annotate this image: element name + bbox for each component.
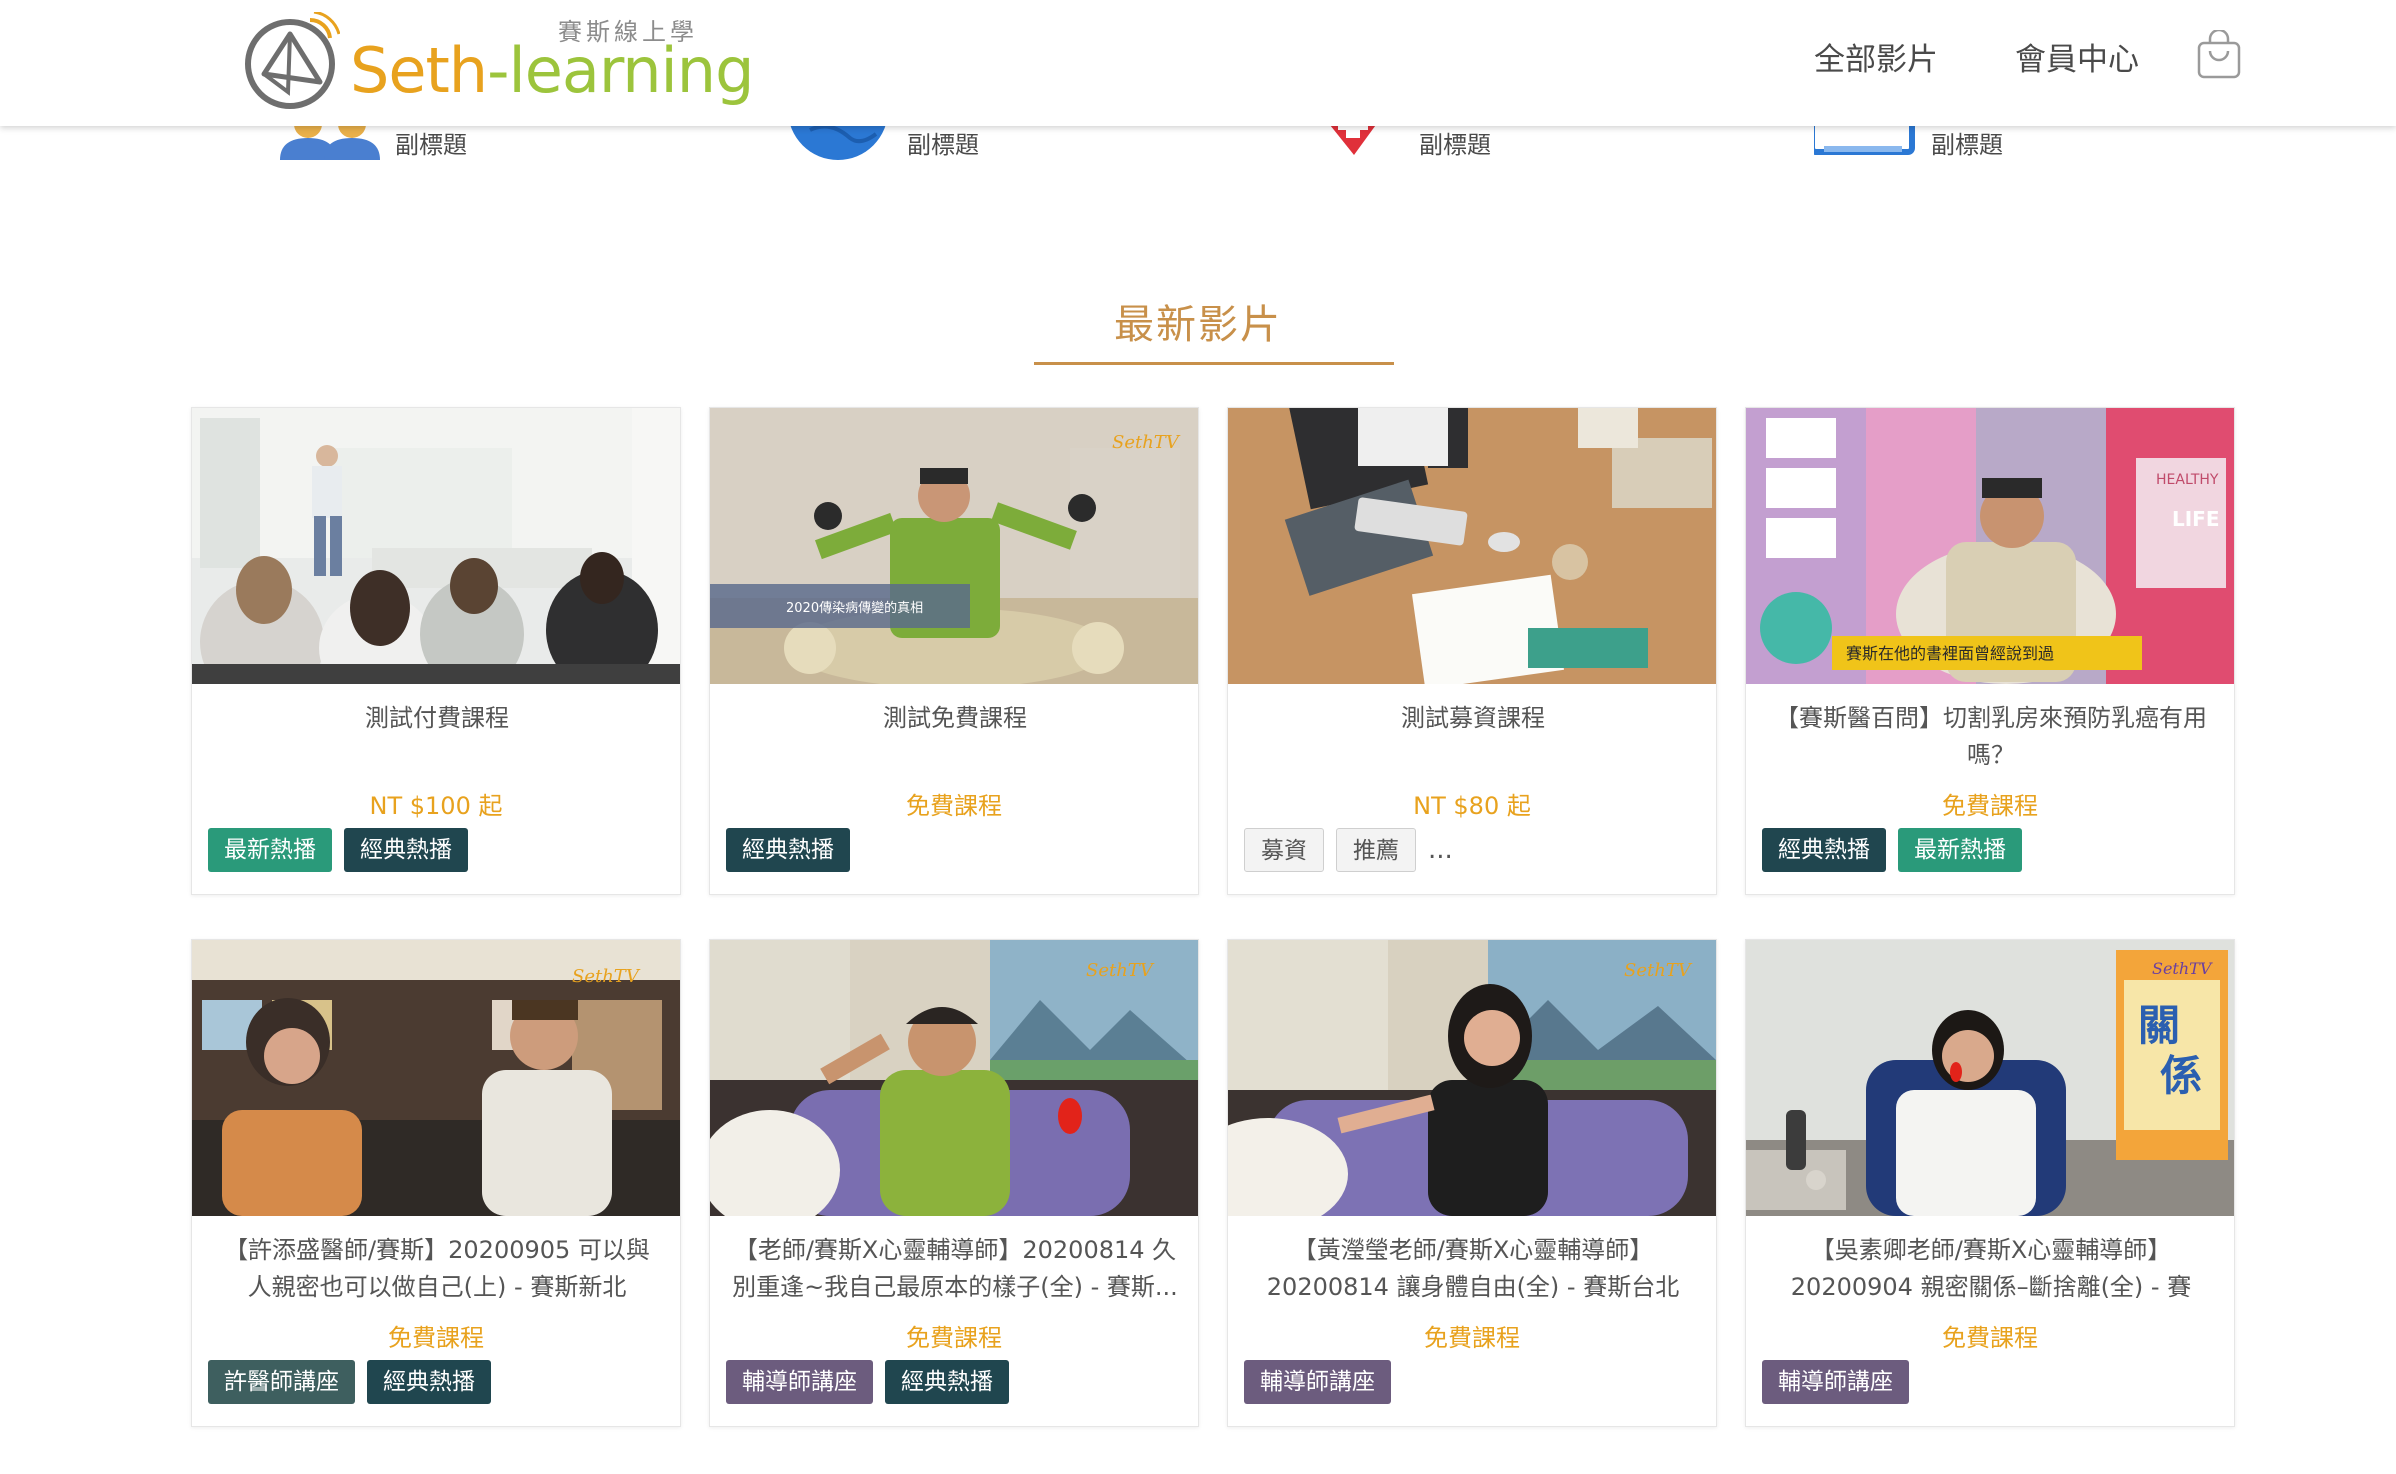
tag-badge[interactable]: 輔導師講座 — [1762, 1360, 1909, 1404]
tag-badge[interactable]: 經典熱播 — [367, 1360, 491, 1404]
tag-badge[interactable]: 輔導師講座 — [1244, 1360, 1391, 1404]
course-title[interactable]: 測試免費課程 — [732, 700, 1178, 776]
tag-badge[interactable]: 輔導師講座 — [726, 1360, 873, 1404]
course-thumbnail[interactable]: HEALTHY LIFE 賽斯在他的書裡面曾經說到過 — [1746, 408, 2234, 684]
tag-badge[interactable]: 經典熱播 — [726, 828, 850, 872]
feature-label: 副標題 — [907, 131, 979, 159]
course-thumbnail[interactable] — [192, 408, 680, 684]
tag-list: 輔導師講座 — [1762, 1360, 1921, 1404]
sethtv-logo-icon: SethTV — [1624, 960, 1693, 981]
course-thumbnail[interactable]: SethTV — [710, 940, 1198, 1216]
course-title[interactable]: 測試募資課程 — [1250, 700, 1696, 776]
course-price: 免費課程 — [388, 1324, 484, 1352]
course-price: NT $80 起 — [1413, 792, 1531, 820]
feature-label: 副標題 — [1419, 131, 1491, 159]
tag-list: 輔導師講座 經典熱播 — [726, 1360, 1021, 1404]
logo-word-dash: - — [487, 34, 509, 107]
site-logo[interactable]: 賽斯線上學 Seth-learning — [238, 6, 754, 116]
nav-all-videos[interactable]: 全部影片 — [1814, 34, 1938, 79]
course-price: 免費課程 — [1942, 792, 2038, 820]
logo-mark-icon — [245, 12, 340, 109]
course-title[interactable]: 【許添盛醫師/賽斯】20200905 可以與人親密也可以做自己(上) - 賽斯新… — [214, 1232, 660, 1308]
course-card[interactable]: SethTV 【黃瀅瑩老師/賽斯X心靈輔導師】20200814 讓身體自由(全)… — [1227, 939, 1717, 1427]
course-price: 免費課程 — [906, 792, 1002, 820]
tag-badge[interactable]: 募資 — [1244, 828, 1324, 872]
course-card[interactable]: 測試募資課程 NT $80 起 募資 推薦... — [1227, 407, 1717, 895]
thumbnail-caption: 賽斯在他的書裡面曾經說到過 — [1846, 644, 2054, 663]
sethtv-logo-icon: SethTV — [572, 966, 641, 987]
feature-label: 副標題 — [1931, 131, 2003, 159]
course-thumbnail[interactable]: SethTV — [1228, 940, 1716, 1216]
course-price: NT $100 起 — [369, 792, 503, 820]
course-card[interactable]: 關 係 SethTV 【吳素卿老師/賽斯X心靈輔導師】20200904 親密關係… — [1745, 939, 2235, 1427]
course-thumbnail[interactable]: 關 係 SethTV — [1746, 940, 2234, 1216]
course-card[interactable]: 測試付費課程 NT $100 起 最新熱播 經典熱播 — [191, 407, 681, 895]
tag-list: 經典熱播 — [726, 828, 862, 872]
course-title[interactable]: 【吳素卿老師/賽斯X心靈輔導師】20200904 親密關係–斷捨離(全) - 賽… — [1768, 1232, 2214, 1308]
course-card[interactable]: SethTV 【許添盛醫師/賽斯】20200905 可以與人親密也可以做自己(上… — [191, 939, 681, 1427]
sethtv-logo-icon: SethTV — [2152, 959, 2213, 978]
thumbnail-text: HEALTHY — [2156, 472, 2219, 488]
course-price: 免費課程 — [906, 1324, 1002, 1352]
tag-badge[interactable]: 最新熱播 — [208, 828, 332, 872]
thumbnail-text: LIFE — [2172, 507, 2220, 531]
course-title[interactable]: 【賽斯醫百問】切割乳房來預防乳癌有用嗎？ — [1768, 700, 2214, 776]
site-header: 賽斯線上學 Seth-learning 全部影片 會員中心 — [0, 0, 2396, 126]
tag-list: 經典熱播 最新熱播 — [1762, 828, 2034, 872]
feature-label: 副標題 — [395, 131, 467, 159]
course-title[interactable]: 測試付費課程 — [214, 700, 660, 776]
course-thumbnail[interactable] — [1228, 408, 1716, 684]
tag-list: 輔導師講座 — [1244, 1360, 1403, 1404]
tag-list: 募資 推薦... — [1244, 828, 1453, 872]
course-thumbnail[interactable]: SethTV — [192, 940, 680, 1216]
section-title: 最新影片 — [1114, 302, 1282, 348]
sethtv-logo-icon: SethTV — [1086, 960, 1155, 981]
thumbnail-text: 關 — [2138, 1001, 2180, 1050]
logo-wordmark: Seth-learning — [350, 34, 754, 107]
nav-member-center[interactable]: 會員中心 — [2015, 34, 2139, 79]
sethtv-logo-icon: SethTV — [1112, 432, 1181, 453]
course-title[interactable]: 【老師/賽斯X心靈輔導師】20200814 久別重逢~我自己最原本的樣子(全) … — [732, 1232, 1178, 1308]
shopping-cart-icon[interactable] — [2196, 30, 2242, 80]
course-card[interactable]: SethTV 【老師/賽斯X心靈輔導師】20200814 久別重逢~我自己最原本… — [709, 939, 1199, 1427]
logo-word-learning: learning — [508, 34, 754, 107]
tag-badge[interactable]: 推薦 — [1336, 828, 1416, 872]
tag-list: 最新熱播 經典熱播 — [208, 828, 480, 872]
tag-badge[interactable]: 經典熱播 — [344, 828, 468, 872]
course-card[interactable]: 2020傳染病傳變的真相 SethTV 測試免費課程 免費課程 經典熱播 — [709, 407, 1199, 895]
tag-list: 許醫師講座 經典熱播 — [208, 1360, 503, 1404]
course-thumbnail[interactable]: 2020傳染病傳變的真相 SethTV — [710, 408, 1198, 684]
course-price: 免費課程 — [1942, 1324, 2038, 1352]
tag-badge[interactable]: 許醫師講座 — [208, 1360, 355, 1404]
thumbnail-caption: 2020傳染病傳變的真相 — [786, 600, 923, 616]
course-title[interactable]: 【黃瀅瑩老師/賽斯X心靈輔導師】20200814 讓身體自由(全) - 賽斯台北 — [1250, 1232, 1696, 1308]
logo-word-seth: Seth — [350, 34, 488, 107]
more-tags-ellipsis[interactable]: ... — [1428, 828, 1453, 872]
tag-badge[interactable]: 最新熱播 — [1898, 828, 2022, 872]
section-title-underline — [1034, 362, 1394, 365]
tag-badge[interactable]: 經典熱播 — [1762, 828, 1886, 872]
thumbnail-text: 係 — [2160, 1051, 2202, 1100]
tag-badge[interactable]: 經典熱播 — [885, 1360, 1009, 1404]
course-price: 免費課程 — [1424, 1324, 1520, 1352]
course-card[interactable]: HEALTHY LIFE 賽斯在他的書裡面曾經說到過 【賽斯醫百問】切割乳房來預… — [1745, 407, 2235, 895]
